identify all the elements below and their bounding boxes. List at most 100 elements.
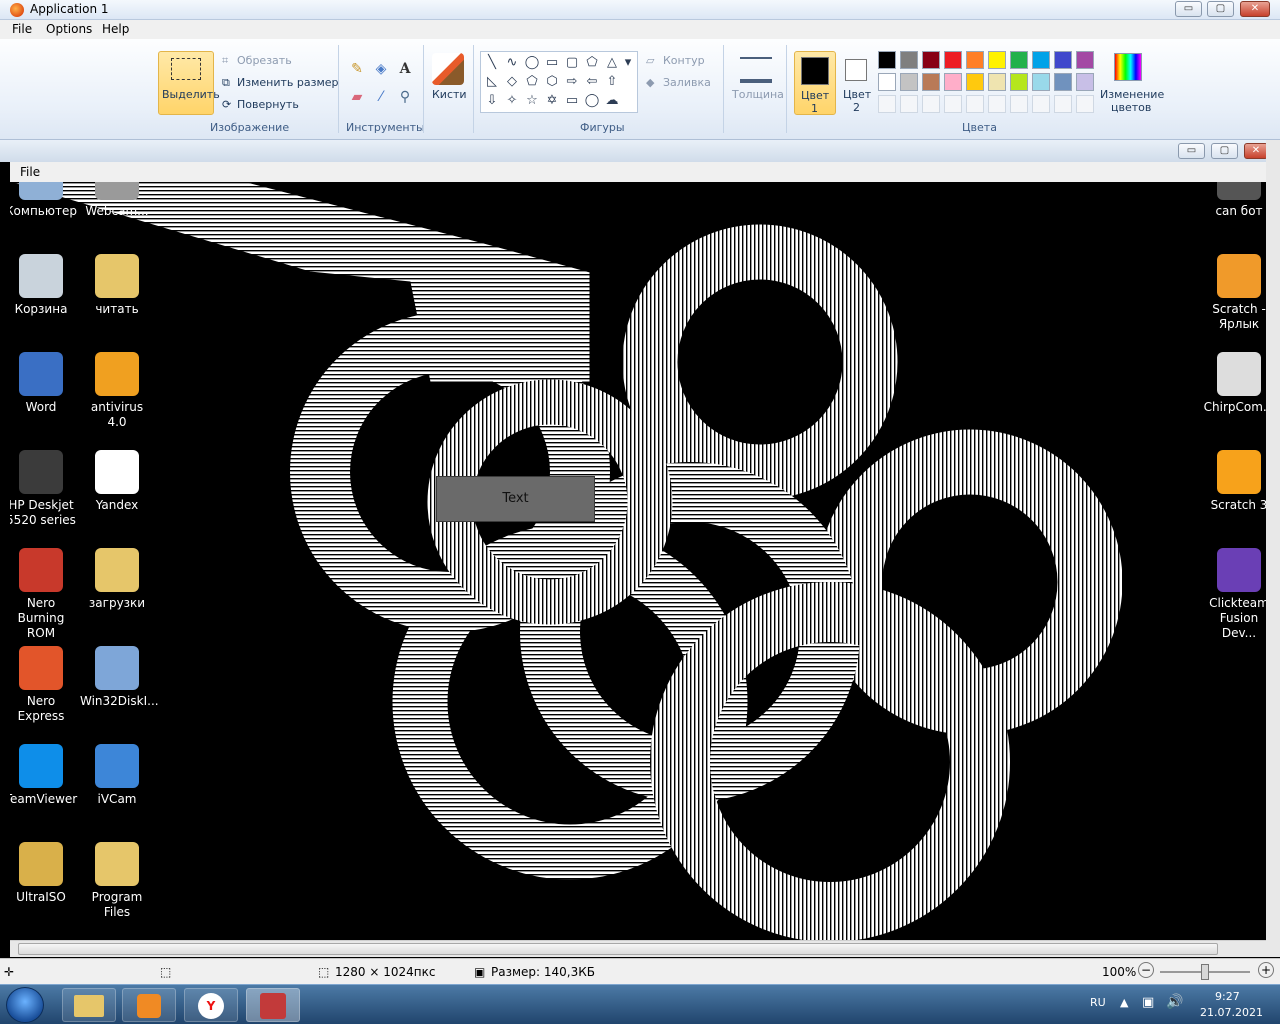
callout-oval-shape-icon[interactable]: ◯ xyxy=(583,92,601,110)
fill-bucket-icon[interactable]: ◈ xyxy=(371,59,391,79)
diamond-shape-icon[interactable]: ◇ xyxy=(503,73,521,91)
color1-button[interactable]: Цвет 1 xyxy=(794,51,836,115)
pencil-icon[interactable]: ✎ xyxy=(347,59,367,79)
outline-button[interactable]: Контур xyxy=(663,54,705,67)
right-triangle-shape-icon[interactable]: ◺ xyxy=(483,73,501,91)
palette-swatch[interactable] xyxy=(922,51,940,69)
palette-swatch[interactable] xyxy=(1076,73,1094,91)
hexagon-shape-icon[interactable]: ⬡ xyxy=(543,73,561,91)
rounded-rect-shape-icon[interactable]: ▢ xyxy=(563,54,581,72)
brushes-button[interactable]: Кисти xyxy=(432,88,467,101)
pentagon-shape-icon[interactable]: ⬠ xyxy=(523,73,541,91)
palette-swatch[interactable] xyxy=(966,51,984,69)
clock-time[interactable]: 9:27 xyxy=(1215,990,1240,1003)
desktop-icon[interactable]: Win32DiskI... xyxy=(80,646,159,709)
star6-shape-icon[interactable]: ✡ xyxy=(543,92,561,110)
palette-swatch[interactable] xyxy=(878,51,896,69)
maximize-button[interactable]: ▢ xyxy=(1207,1,1234,17)
palette-swatch[interactable] xyxy=(1032,51,1050,69)
palette-swatch[interactable] xyxy=(1010,73,1028,91)
desktop-icon[interactable]: читать xyxy=(80,254,154,317)
custom-color-slot[interactable] xyxy=(1054,95,1072,113)
star5-shape-icon[interactable]: ☆ xyxy=(523,92,541,110)
select-button[interactable]: Выделить xyxy=(158,51,220,115)
palette-swatch[interactable] xyxy=(944,51,962,69)
rotate-button[interactable]: Повернуть xyxy=(237,98,299,111)
clock-date[interactable]: 21.07.2021 xyxy=(1200,1006,1263,1019)
rectangle-shape-icon[interactable]: ▭ xyxy=(543,54,561,72)
inner-minimize-button[interactable]: ▭ xyxy=(1178,143,1205,159)
palette-swatch[interactable] xyxy=(1076,51,1094,69)
palette-swatch[interactable] xyxy=(988,73,1006,91)
palette-swatch[interactable] xyxy=(900,51,918,69)
custom-color-slot[interactable] xyxy=(988,95,1006,113)
palette-swatch[interactable] xyxy=(922,73,940,91)
eraser-icon[interactable]: ▰ xyxy=(347,87,367,107)
palette-swatch[interactable] xyxy=(966,73,984,91)
callout-cloud-shape-icon[interactable]: ☁ xyxy=(603,92,621,110)
custom-color-slot[interactable] xyxy=(966,95,984,113)
palette-swatch[interactable] xyxy=(1054,51,1072,69)
desktop-icon[interactable]: Nero Burning ROM xyxy=(10,548,78,641)
zoom-slider-thumb[interactable] xyxy=(1201,964,1209,980)
palette-swatch[interactable] xyxy=(944,73,962,91)
desktop-icon[interactable]: Scratch - Ярлык xyxy=(1202,254,1266,332)
text-button[interactable]: Text xyxy=(436,476,595,522)
horizontal-scrollbar[interactable] xyxy=(10,940,1266,957)
menu-help[interactable]: Help xyxy=(102,22,129,36)
gallery-scroll-icon[interactable]: ▾ xyxy=(621,54,635,72)
desktop-icon[interactable]: Clickteam Fusion Dev... xyxy=(1202,548,1266,641)
desktop-icon[interactable]: Word xyxy=(10,352,78,415)
custom-color-slot[interactable] xyxy=(878,95,896,113)
line-shape-icon[interactable]: ╲ xyxy=(483,54,501,72)
palette-swatch[interactable] xyxy=(900,73,918,91)
resize-button[interactable]: Изменить размер xyxy=(237,76,339,89)
desktop-icon[interactable]: Корзина xyxy=(10,254,78,317)
arrow-left-shape-icon[interactable]: ⇦ xyxy=(583,73,601,91)
thickness-icon[interactable] xyxy=(740,57,772,83)
custom-color-slot[interactable] xyxy=(944,95,962,113)
desktop-icon[interactable]: UltraISO xyxy=(10,842,78,905)
star4-shape-icon[interactable]: ✧ xyxy=(503,92,521,110)
menu-file[interactable]: File xyxy=(12,22,32,36)
desktop-icon[interactable]: Yandex xyxy=(80,450,154,513)
desktop-icon[interactable]: Компьютер xyxy=(10,182,78,219)
edit-colors-icon[interactable] xyxy=(1114,53,1142,81)
arrow-up-shape-icon[interactable]: ⇧ xyxy=(603,73,621,91)
menu-options[interactable]: Options xyxy=(46,22,92,36)
custom-color-slot[interactable] xyxy=(900,95,918,113)
desktop-icon[interactable]: Scratch 3 xyxy=(1202,450,1266,513)
triangle-shape-icon[interactable]: △ xyxy=(603,54,621,72)
magnifier-icon[interactable]: ⚲ xyxy=(395,87,415,107)
custom-color-slot[interactable] xyxy=(1032,95,1050,113)
zoom-slider[interactable] xyxy=(1160,964,1250,980)
text-tool-icon[interactable]: A xyxy=(395,59,415,79)
desktop-icon[interactable]: загрузки xyxy=(80,548,154,611)
desktop-icon[interactable]: Program Files xyxy=(80,842,154,920)
desktop-icon[interactable]: HP Deskjet 5520 series xyxy=(10,450,78,528)
zoom-in-icon[interactable]: + xyxy=(1258,962,1274,978)
desktop-icon[interactable]: iVCam xyxy=(80,744,154,807)
taskbar-explorer[interactable] xyxy=(62,988,116,1022)
arrow-right-shape-icon[interactable]: ⇨ xyxy=(563,73,581,91)
edit-colors-label[interactable]: Изменение xyxy=(1100,88,1164,101)
volume-icon[interactable]: 🔊 xyxy=(1166,994,1183,1010)
arrow-down-shape-icon[interactable]: ⇩ xyxy=(483,92,501,110)
horizontal-scroll-thumb[interactable] xyxy=(18,943,1218,955)
language-indicator[interactable]: RU xyxy=(1090,996,1106,1009)
taskbar-paint-app[interactable] xyxy=(246,988,300,1022)
desktop-icon[interactable]: can бот xyxy=(1202,182,1266,219)
desktop-icon[interactable]: TeamViewer xyxy=(10,744,78,807)
desktop-icon[interactable]: Nero Express xyxy=(10,646,78,724)
desktop-icon[interactable]: ChirpCom... xyxy=(1202,352,1266,415)
palette-swatch[interactable] xyxy=(1032,73,1050,91)
taskbar-yandex[interactable]: Y xyxy=(184,988,238,1022)
drawing-canvas[interactable]: Компьютер Webcam... Корзина читать Word antiv… xyxy=(10,182,1266,940)
crop-button[interactable]: Обрезать xyxy=(237,54,292,67)
tray-expand-icon[interactable]: ▲ xyxy=(1120,996,1128,1009)
thickness-button[interactable]: Толщина xyxy=(732,88,784,101)
desktop-icon[interactable]: antivirus 4.0 xyxy=(80,352,154,430)
curve-shape-icon[interactable]: ∿ xyxy=(503,54,521,72)
taskbar-media-player[interactable] xyxy=(122,988,176,1022)
brushes-icon[interactable] xyxy=(432,53,464,85)
